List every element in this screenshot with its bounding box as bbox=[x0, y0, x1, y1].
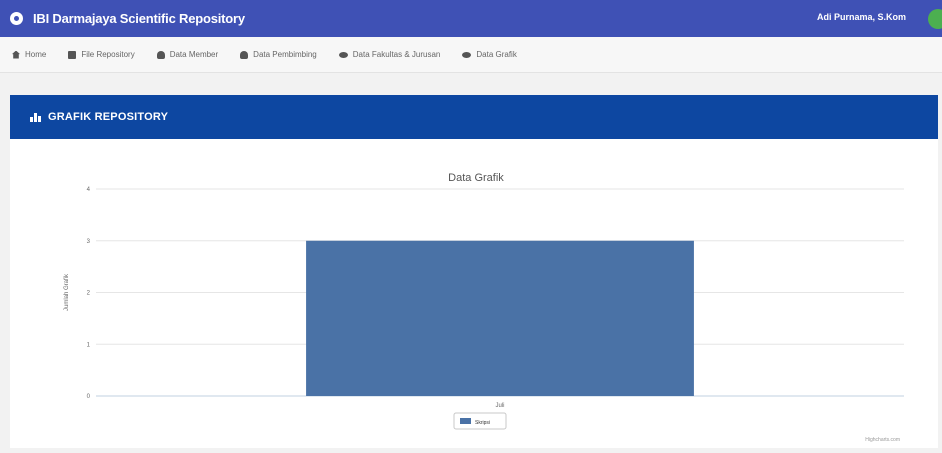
y-tick-label: 0 bbox=[87, 394, 91, 400]
nav-item-data-fakultas[interactable]: Data Fakultas & Jurusan bbox=[338, 50, 441, 59]
user-icon bbox=[156, 50, 165, 59]
logo-icon bbox=[10, 12, 23, 25]
chart-credit[interactable]: Highcharts.com bbox=[865, 437, 900, 443]
legend[interactable]: Skripsi bbox=[453, 412, 507, 430]
nav-label: Data Grafik bbox=[476, 50, 517, 59]
panel-header: GRAFIK REPOSITORY bbox=[10, 95, 938, 139]
app-title[interactable]: IBI Darmajaya Scientific Repository bbox=[33, 11, 245, 26]
bar-chart-icon bbox=[30, 112, 41, 122]
nav-label: Home bbox=[25, 50, 47, 59]
bar-chart: Data Grafik Jumlah Grafik Highcharts.com… bbox=[64, 172, 904, 443]
legend-swatch bbox=[460, 418, 471, 424]
legend-label: Skripsi bbox=[475, 420, 490, 426]
nav-label: Data Pembimbing bbox=[253, 50, 317, 59]
nav-item-data-pembimbing[interactable]: Data Pembimbing bbox=[240, 50, 317, 59]
avatar[interactable] bbox=[928, 9, 942, 29]
x-tick-label: Juli bbox=[495, 403, 504, 409]
nav-bar: Home File Repository Data Member Data Pe… bbox=[0, 37, 942, 73]
y-tick-label: 2 bbox=[87, 291, 91, 297]
home-icon bbox=[12, 50, 20, 59]
top-bar: IBI Darmajaya Scientific Repository Adi … bbox=[0, 0, 942, 37]
file-icon bbox=[68, 50, 77, 59]
eye-icon bbox=[462, 51, 472, 58]
nav-item-file-repository[interactable]: File Repository bbox=[68, 50, 135, 59]
y-tick-label: 4 bbox=[87, 187, 91, 193]
user-icon bbox=[240, 50, 249, 59]
y-tick-label: 3 bbox=[87, 239, 91, 245]
nav-item-home[interactable]: Home bbox=[12, 50, 46, 59]
y-tick-label: 1 bbox=[87, 342, 91, 348]
panel-title: GRAFIK REPOSITORY bbox=[48, 111, 169, 123]
bar[interactable] bbox=[306, 240, 694, 396]
nav-label: Data Member bbox=[169, 50, 219, 59]
chart-area: Data Grafik Jumlah Grafik Highcharts.com… bbox=[10, 139, 938, 448]
user-name[interactable]: Adi Purnama, S.Kom bbox=[817, 12, 906, 22]
nav-label: Data Fakultas & Jurusan bbox=[352, 50, 441, 59]
nav-label: File Repository bbox=[81, 50, 135, 59]
grafik-panel: GRAFIK REPOSITORY Data Grafik Jumlah Gra… bbox=[10, 95, 938, 448]
chart-title: Data Grafik bbox=[448, 172, 504, 184]
eye-icon bbox=[338, 51, 348, 58]
y-axis-label: Jumlah Grafik bbox=[64, 273, 70, 311]
nav-item-data-grafik[interactable]: Data Grafik bbox=[462, 50, 517, 59]
nav-item-data-member[interactable]: Data Member bbox=[156, 50, 219, 59]
